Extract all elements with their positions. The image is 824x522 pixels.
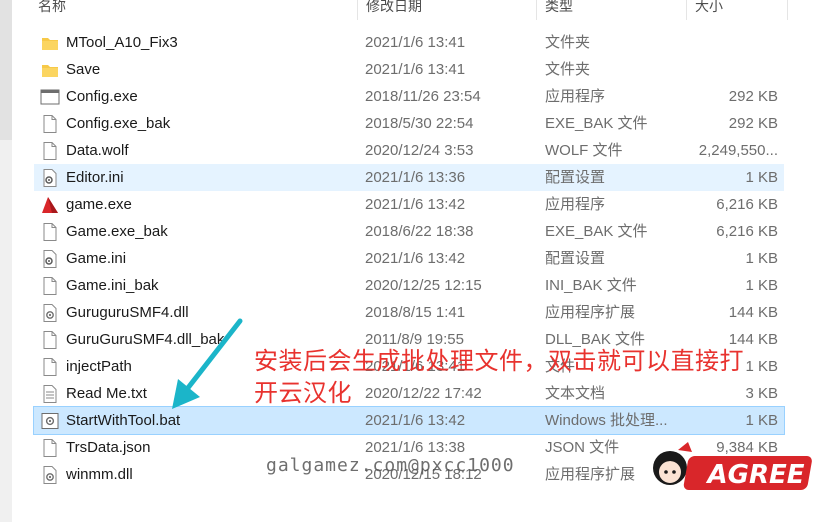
batch-file-icon	[40, 411, 60, 431]
file-name: Config.exe	[66, 88, 138, 105]
arrow-annotation-icon	[172, 318, 243, 409]
file-size: 292 KB	[728, 115, 778, 132]
annotation-line: 安装后会生成批处理文件，双击就可以直接打	[254, 347, 744, 375]
blank-file-icon	[40, 141, 60, 161]
file-row[interactable]: Save 2021/1/6 13:41 文件夹	[34, 56, 784, 83]
file-name: Save	[66, 61, 101, 78]
file-modified-date: 2021/1/6 13:42	[365, 196, 466, 213]
file-row[interactable]: Game.exe_bak 2018/6/22 18:38 EXE_BAK 文件 6,2…	[34, 218, 784, 245]
file-size: 6,216 KB	[716, 196, 778, 213]
scrollbar-thumb[interactable]	[0, 0, 12, 140]
folder-icon	[40, 33, 60, 53]
column-divider[interactable]	[787, 0, 788, 20]
file-size: 1 KB	[745, 277, 778, 294]
file-modified-date: 2021/1/6 13:36	[365, 169, 466, 186]
file-name: Game.exe_bak	[66, 223, 168, 240]
navigation-pane-edge	[0, 0, 12, 522]
file-size	[674, 29, 778, 56]
column-divider[interactable]	[686, 0, 687, 20]
file-type: EXE_BAK 文件	[545, 115, 648, 132]
dll-file-icon	[40, 465, 60, 485]
file-row[interactable]: GuruguruSMF4.dll 2018/8/15 1:41 应用程序扩展 144 …	[34, 299, 784, 326]
settings-file-icon	[40, 168, 60, 188]
file-name: Editor.ini	[66, 169, 124, 186]
dll-file-icon	[40, 303, 60, 323]
blank-file-icon	[40, 114, 60, 134]
blank-file-icon	[40, 222, 60, 242]
file-row[interactable]: Config.exe 2018/11/26 23:54 应用程序 292 KB	[34, 83, 784, 110]
column-header-date[interactable]: 修改日期	[366, 0, 516, 20]
annotation-line: 开云汉化	[254, 379, 352, 407]
file-name: Config.exe_bak	[66, 115, 171, 132]
file-size: 2,249,550...	[698, 142, 778, 159]
file-name: Game.ini_bak	[66, 277, 159, 294]
file-modified-date: 2018/8/15 1:41	[365, 304, 466, 321]
file-row[interactable]: Game.ini_bak 2020/12/25 12:15 INI_BAK 文件 1 …	[34, 272, 784, 299]
blank-file-icon	[40, 276, 60, 296]
window-app-icon	[40, 87, 60, 107]
file-type: INI_BAK 文件	[545, 277, 637, 294]
agree-logo: AGREE	[653, 442, 812, 490]
file-row[interactable]: game.exe 2021/1/6 13:42 应用程序 6,216 KB	[34, 191, 784, 218]
file-row[interactable]: Data.wolf 2020/12/24 3:53 WOLF 文件 2,249,550…	[34, 137, 784, 164]
file-modified-date: 2018/6/22 18:38	[365, 223, 474, 240]
file-size	[674, 56, 778, 83]
file-name: Game.ini	[66, 250, 127, 267]
file-type: 应用程序	[545, 196, 606, 213]
file-type: Windows 批处理...	[545, 412, 668, 429]
file-modified-date: 2021/1/6 13:42	[365, 412, 466, 429]
blank-file-icon	[40, 357, 60, 377]
folder-icon	[40, 60, 60, 80]
file-name: Data.wolf	[66, 142, 129, 159]
column-divider[interactable]	[357, 0, 358, 20]
file-modified-date: 2021/1/6 13:42	[365, 250, 466, 267]
file-type: 文件夹	[545, 34, 591, 51]
file-size: 6,216 KB	[716, 223, 778, 240]
file-modified-date: 2021/1/6 13:41	[365, 34, 466, 51]
file-name: MTool_A10_Fix3	[66, 34, 178, 51]
file-row[interactable]: Editor.ini 2021/1/6 13:36 配置设置 1 KB	[34, 164, 784, 191]
file-type: WOLF 文件	[545, 142, 623, 159]
watermark-text: galgamez.com@pxcc1000	[266, 455, 515, 476]
file-size: 1 KB	[745, 250, 778, 267]
column-header-bar: 名称 修改日期 类型 大小	[26, 0, 788, 20]
file-type: 文件夹	[545, 61, 591, 78]
file-type: 配置设置	[545, 250, 606, 267]
install-note-annotation: 安装后会生成批处理文件，双击就可以直接打 开云汉化	[254, 345, 814, 409]
file-row[interactable]: MTool_A10_Fix3 2021/1/6 13:41 文件夹	[34, 29, 784, 56]
blank-file-icon	[40, 438, 60, 458]
file-type: 应用程序扩展	[545, 304, 636, 321]
file-modified-date: 2020/12/25 12:15	[365, 277, 482, 294]
svg-text:AGREE: AGREE	[705, 460, 804, 490]
file-modified-date: 2018/11/26 23:54	[365, 88, 481, 105]
column-divider[interactable]	[536, 0, 537, 20]
file-size: 1 KB	[745, 169, 778, 186]
file-size: 144 KB	[728, 304, 778, 321]
file-row[interactable]: StartWithTool.bat 2021/1/6 13:42 Windows 批…	[33, 406, 785, 435]
column-header-type[interactable]: 类型	[545, 0, 665, 20]
file-type: EXE_BAK 文件	[545, 223, 648, 240]
text-file-icon	[40, 384, 60, 404]
column-header-name[interactable]: 名称	[38, 0, 138, 20]
file-type: 应用程序	[545, 88, 606, 105]
file-type: 配置设置	[545, 169, 606, 186]
file-modified-date: 2020/12/24 3:53	[365, 142, 474, 159]
file-size: 292 KB	[728, 88, 778, 105]
file-row[interactable]: Config.exe_bak 2018/5/30 22:54 EXE_BAK 文件 2…	[34, 110, 784, 137]
file-size: 1 KB	[745, 412, 778, 429]
settings-file-icon	[40, 249, 60, 269]
blank-file-icon	[40, 330, 60, 350]
file-modified-date: 2018/5/30 22:54	[365, 115, 474, 132]
file-modified-date: 2021/1/6 13:41	[365, 61, 466, 78]
file-name: game.exe	[66, 196, 132, 213]
game-app-icon	[40, 195, 60, 215]
column-header-size[interactable]: 大小	[695, 0, 775, 20]
file-row[interactable]: Game.ini 2021/1/6 13:42 配置设置 1 KB	[34, 245, 784, 272]
